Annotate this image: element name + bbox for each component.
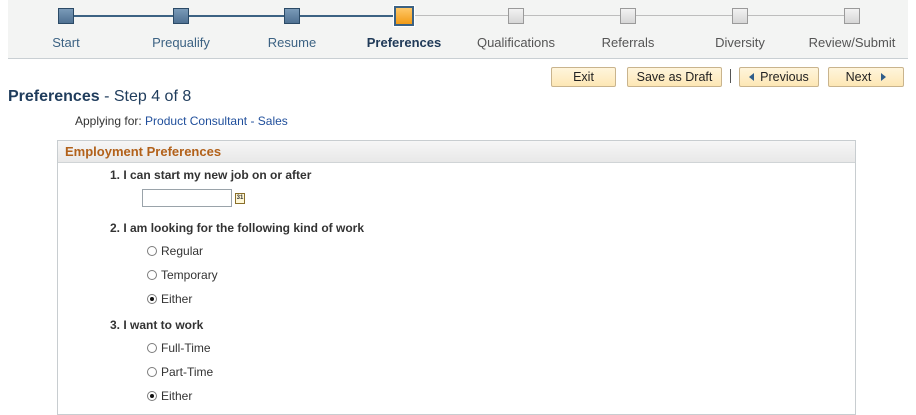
step-referrals[interactable]: Referrals	[572, 0, 684, 58]
next-label: Next	[845, 70, 872, 84]
chevron-left-icon	[749, 73, 755, 81]
question-work-schedule: 3. I want to work	[110, 318, 204, 332]
step-label: Preferences	[366, 35, 442, 50]
radio-button[interactable]	[147, 367, 157, 377]
step-indicator: - Step 4 of 8	[104, 88, 192, 105]
radio-label: Regular	[161, 244, 204, 258]
page-title-text: Preferences	[8, 88, 100, 105]
radio-regular[interactable]: Regular	[147, 244, 203, 260]
step-diversity[interactable]: Diversity	[684, 0, 796, 58]
next-button[interactable]: Next	[828, 67, 904, 87]
chevron-right-icon	[881, 73, 887, 81]
step-label: Review/Submit	[808, 35, 896, 50]
applying-for-label: Applying for:	[75, 114, 142, 128]
exit-button[interactable]: Exit	[551, 67, 616, 87]
radio-either-schedule[interactable]: Either	[147, 389, 192, 405]
radio-part-time[interactable]: Part-Time	[147, 365, 213, 381]
radio-either-kind[interactable]: Either	[147, 292, 192, 308]
radio-button[interactable]	[147, 270, 157, 280]
step-label: Resume	[267, 35, 317, 50]
step-review-submit[interactable]: Review/Submit	[796, 0, 908, 58]
step-resume[interactable]: Resume	[236, 0, 348, 58]
question-work-kind: 2. I am looking for the following kind o…	[110, 221, 365, 235]
step-prequalify[interactable]: Prequalify	[125, 0, 237, 58]
step-qualifications[interactable]: Qualifications	[460, 0, 572, 58]
step-current-icon	[393, 5, 415, 27]
previous-button[interactable]: Previous	[739, 67, 819, 87]
step-complete-icon	[173, 8, 189, 24]
save-as-draft-label: Save as Draft	[636, 70, 713, 84]
applying-for: Applying for: Product Consultant - Sales	[75, 114, 288, 128]
exit-button-label: Exit	[573, 70, 594, 84]
step-preferences[interactable]: Preferences	[348, 0, 460, 58]
step-pending-icon	[844, 8, 860, 24]
step-pending-icon	[732, 8, 748, 24]
toolbar-separator	[730, 69, 731, 83]
start-date-input[interactable]	[142, 189, 232, 207]
save-as-draft-button[interactable]: Save as Draft	[627, 67, 722, 87]
radio-label: Either	[161, 292, 193, 306]
radio-button-selected[interactable]	[147, 294, 157, 304]
radio-full-time[interactable]: Full-Time	[147, 341, 211, 357]
page-title: Preferences - Step 4 of 8	[8, 88, 191, 106]
radio-label: Temporary	[161, 268, 218, 282]
radio-label: Either	[161, 389, 193, 403]
previous-label: Previous	[760, 70, 809, 84]
step-train: Start Prequalify Resume Preferences Qual…	[8, 0, 908, 59]
radio-button[interactable]	[147, 343, 157, 353]
radio-label: Part-Time	[161, 365, 214, 379]
step-label: Start	[52, 35, 80, 50]
step-label: Qualifications	[476, 35, 556, 50]
step-label: Prequalify	[152, 35, 210, 50]
step-start[interactable]: Start	[10, 0, 122, 58]
radio-button[interactable]	[147, 246, 157, 256]
section-title: Employment Preferences	[58, 141, 855, 163]
job-title-link[interactable]: Product Consultant - Sales	[145, 114, 288, 128]
step-complete-icon	[284, 8, 300, 24]
step-label: Diversity	[715, 35, 765, 50]
step-label: Referrals	[601, 35, 655, 50]
question-start-date: 1. I can start my new job on or after	[110, 168, 312, 182]
radio-label: Full-Time	[161, 341, 211, 355]
employment-preferences-section: Employment Preferences 1. I can start my…	[57, 140, 856, 415]
step-pending-icon	[508, 8, 524, 24]
step-complete-icon	[58, 8, 74, 24]
calendar-icon[interactable]: 31	[235, 193, 245, 204]
radio-button-selected[interactable]	[147, 391, 157, 401]
step-pending-icon	[620, 8, 636, 24]
radio-temporary[interactable]: Temporary	[147, 268, 218, 284]
